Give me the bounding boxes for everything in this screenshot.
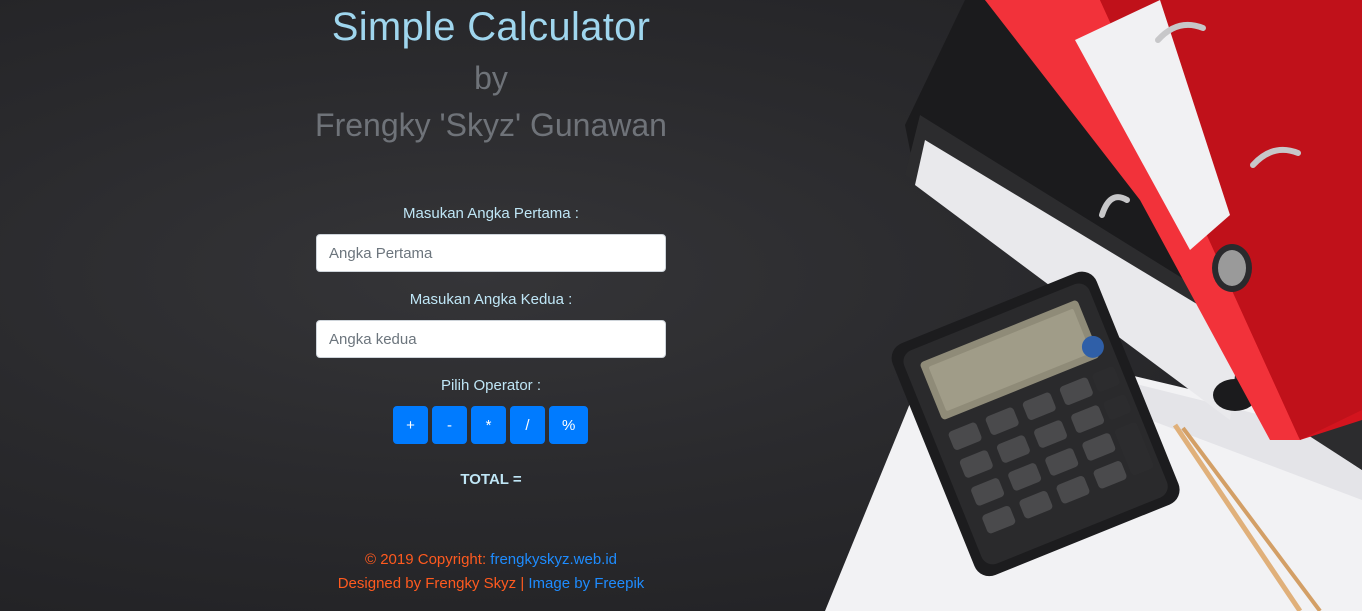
subtract-button[interactable]: - (432, 406, 467, 444)
total-result: TOTAL = (316, 471, 666, 488)
footer-separator: | (520, 575, 525, 592)
designed-by-text: Designed by Frengky Skyz (337, 575, 517, 592)
page-title: Simple Calculator (331, 5, 651, 49)
byline-by: by (474, 60, 508, 96)
first-number-label: Masukan Angka Pertama : (403, 205, 579, 222)
operator-buttons: + - * / % (393, 406, 589, 444)
divide-button[interactable]: / (510, 406, 545, 444)
second-number-input[interactable] (316, 320, 666, 358)
footer-copyright: © 2019 Copyright: frengkyskyz.web.id (266, 551, 716, 568)
modulo-button[interactable]: % (549, 406, 589, 444)
operator-label: Pilih Operator : (440, 377, 542, 394)
total-label: TOTAL = (460, 471, 522, 488)
second-number-label: Masukan Angka Kedua : (409, 291, 573, 308)
multiply-button[interactable]: * (471, 406, 506, 444)
footer-credits: Designed by Frengky Skyz | Image by Free… (266, 575, 716, 592)
site-link[interactable]: frengkyskyz.web.id (490, 551, 617, 568)
add-button[interactable]: + (393, 406, 428, 444)
first-number-input[interactable] (316, 234, 666, 272)
author-name: Frengky 'Skyz' Gunawan (315, 107, 667, 143)
image-credit-link[interactable]: Image by Freepik (528, 575, 644, 592)
copyright-text: © 2019 Copyright: (364, 551, 491, 568)
background-office-image (825, 0, 1362, 611)
